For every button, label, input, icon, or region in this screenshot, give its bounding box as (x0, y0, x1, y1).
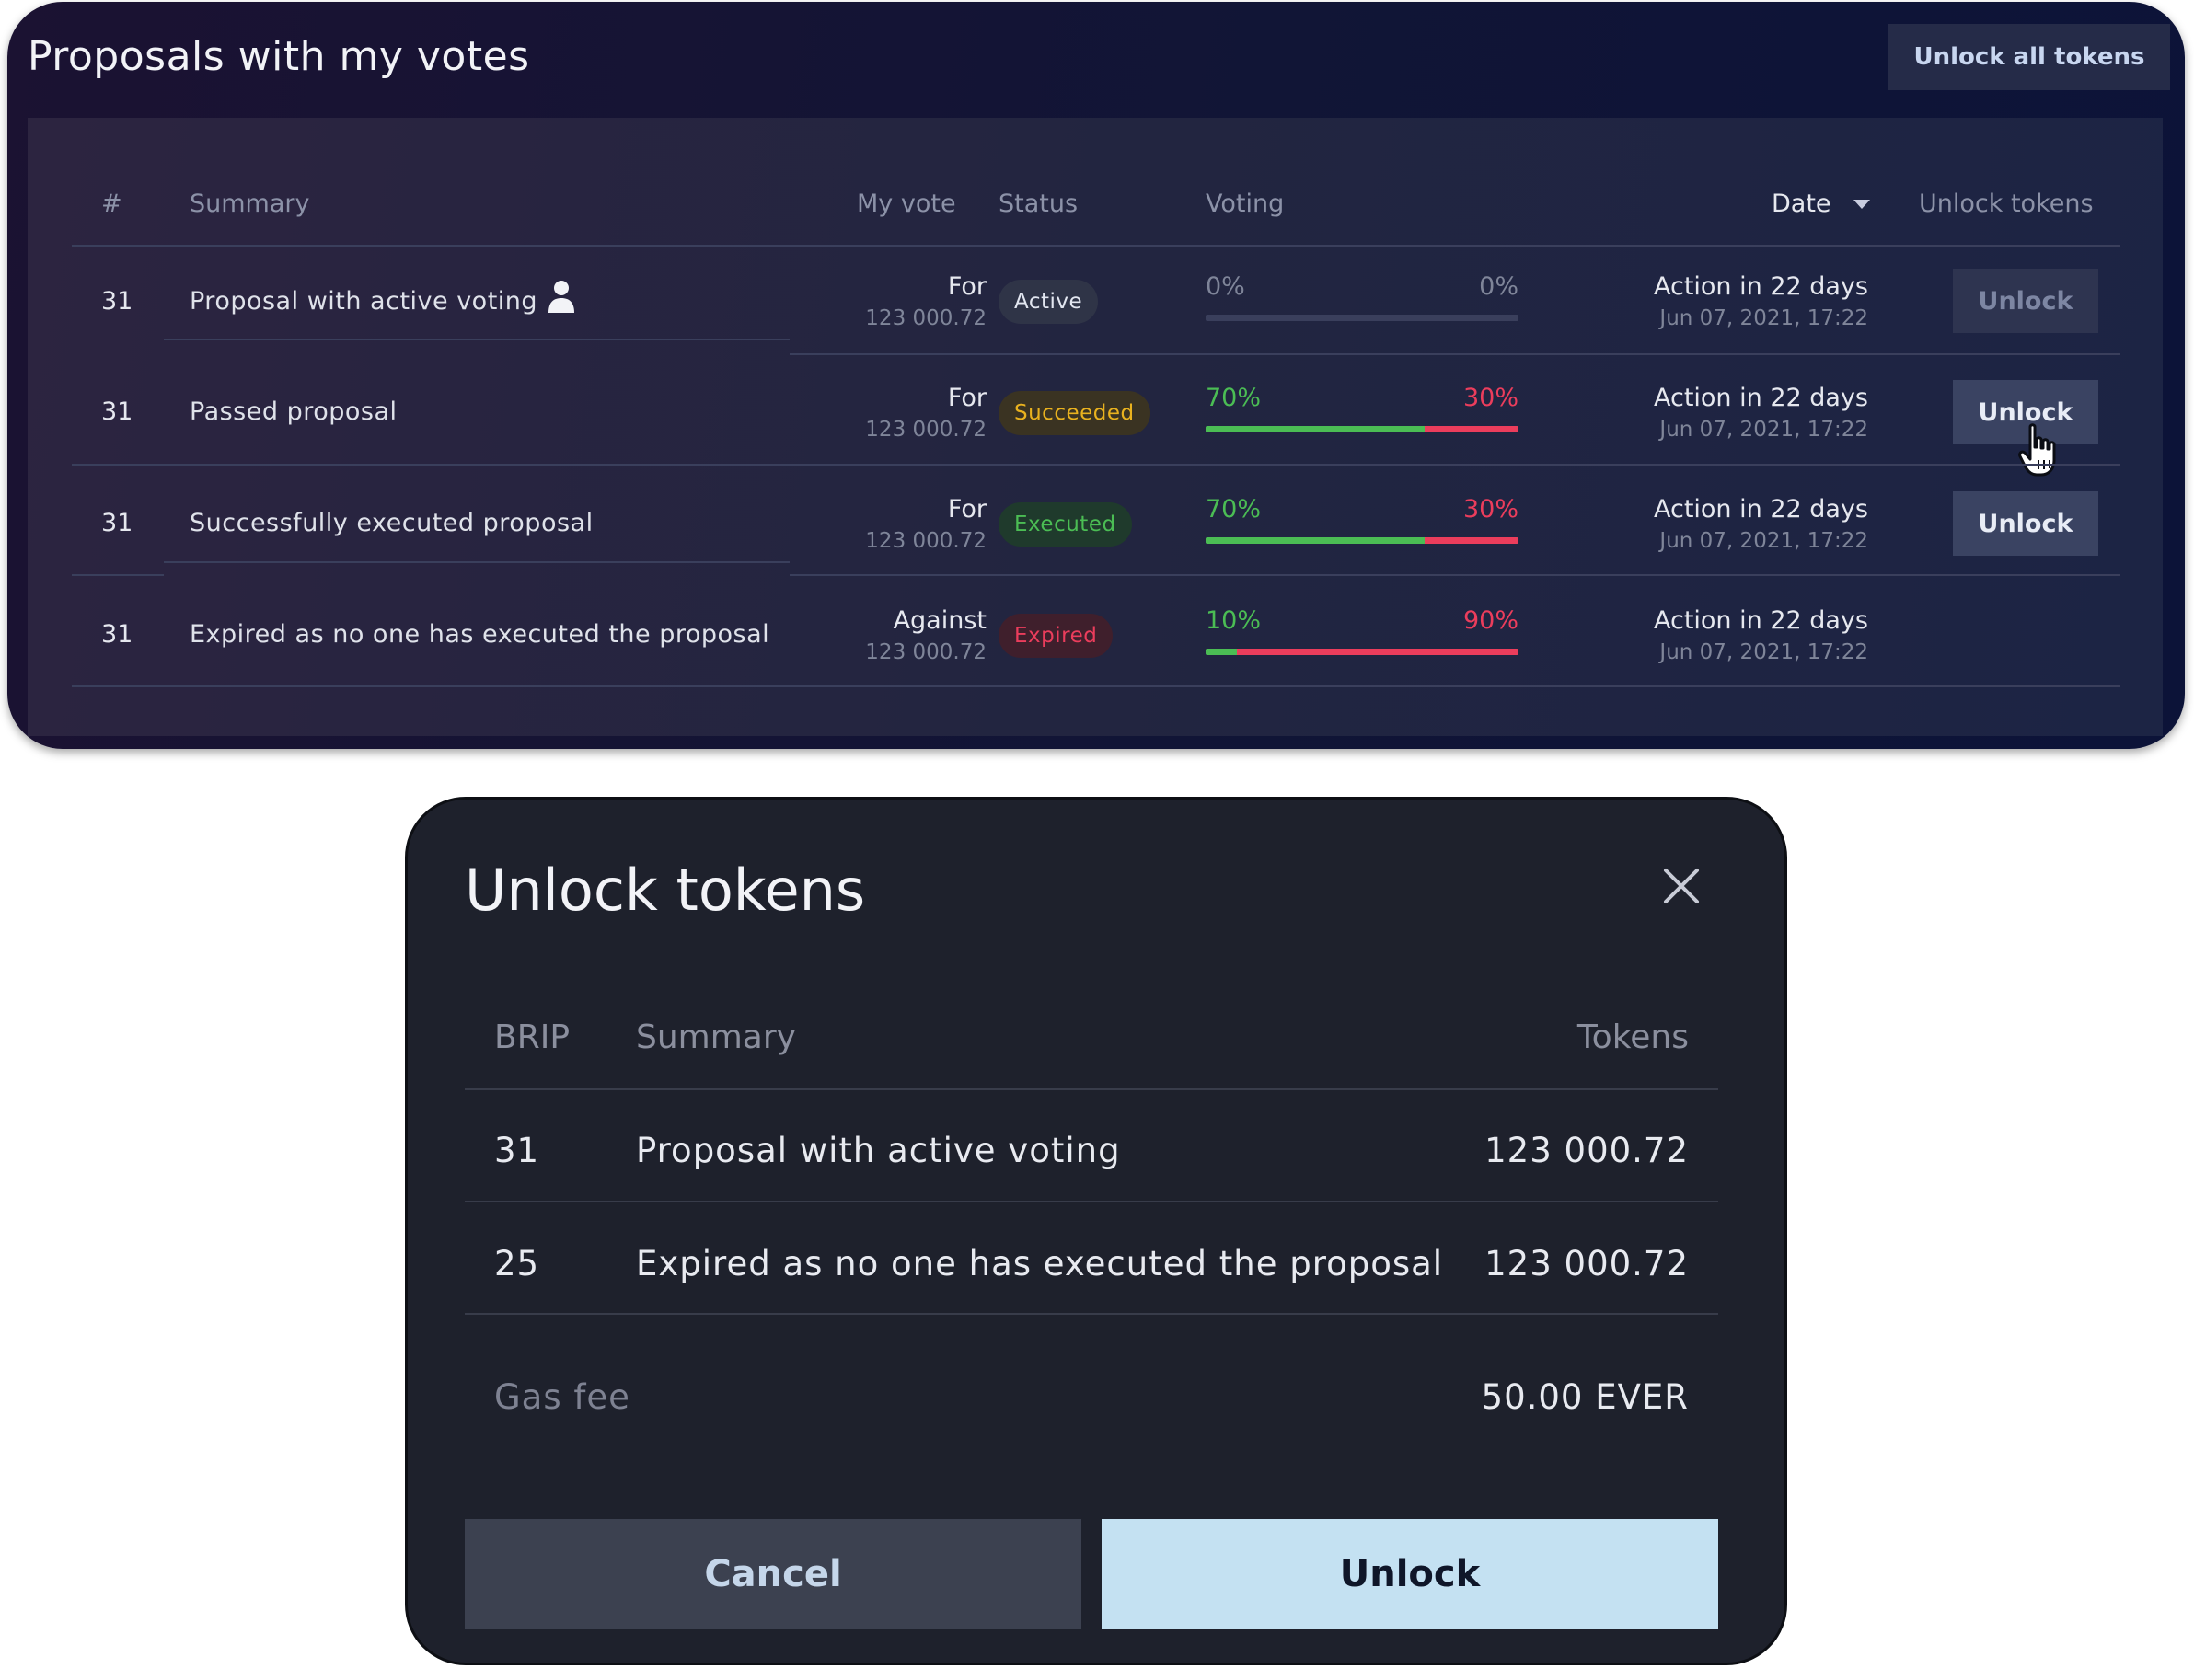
modal-header-brip: BRIP (494, 1018, 571, 1056)
row-date: Jun 07, 2021, 17:22 (1659, 418, 1868, 442)
header-voting: Voting (1206, 190, 1285, 218)
against-percent: 30% (1462, 384, 1518, 412)
row-divider (164, 339, 790, 340)
header-num: # (101, 190, 122, 218)
close-icon[interactable] (1661, 866, 1702, 906)
modal-row-summary: Proposal with active voting (636, 1131, 1121, 1170)
hand-pointer-icon (2018, 423, 2056, 477)
for-bar (1206, 649, 1237, 655)
gas-fee-value: 50.00 EVER (1481, 1377, 1689, 1417)
row-date: Jun 07, 2021, 17:22 (1659, 306, 1868, 330)
row-divider (72, 464, 2120, 466)
modal-row-brip: 31 (494, 1131, 540, 1170)
proposals-panel: Proposals with my votes Unlock all token… (7, 2, 2185, 749)
status-badge: Expired (999, 614, 1114, 658)
row-vote-amount: 123 000.72 (865, 529, 987, 553)
row-vote-amount: 123 000.72 (865, 640, 987, 664)
row-action: Action in 22 days (1653, 272, 1868, 301)
voting-bar (1206, 426, 1518, 432)
row-summary[interactable]: Expired as no one has executed the propo… (190, 620, 769, 649)
voting-bar (1206, 649, 1518, 655)
confirm-unlock-button[interactable]: Unlock (1102, 1519, 1718, 1629)
for-percent: 10% (1206, 606, 1262, 635)
modal-header-divider (465, 1088, 1718, 1090)
header-status: Status (999, 190, 1079, 218)
row-summary[interactable]: Proposal with active voting (190, 287, 537, 316)
row-number: 31 (101, 287, 133, 316)
against-percent: 30% (1462, 495, 1518, 524)
gas-fee-label: Gas fee (494, 1377, 630, 1417)
row-vote: For (947, 495, 987, 524)
header-my-vote: My vote (857, 190, 956, 218)
row-vote-amount: 123 000.72 (865, 418, 987, 442)
modal-header-summary: Summary (636, 1018, 796, 1056)
row-summary[interactable]: Successfully executed proposal (190, 509, 594, 537)
proposals-table: # Summary My vote Status Voting Date Unl… (28, 118, 2163, 736)
against-percent: 0% (1479, 272, 1518, 301)
person-icon (548, 281, 574, 313)
status-badge: Active (999, 280, 1099, 324)
modal-header-tokens: Tokens (1576, 1018, 1689, 1056)
header-summary: Summary (190, 190, 310, 218)
row-vote: For (947, 272, 987, 301)
row-number: 31 (101, 620, 133, 649)
row-vote: Against (893, 606, 987, 635)
against-percent: 90% (1462, 606, 1518, 635)
modal-row-summary: Expired as no one has executed the propo… (636, 1244, 1444, 1283)
modal-row-tokens: 123 000.72 (1484, 1131, 1689, 1170)
panel-title: Proposals with my votes (28, 33, 530, 80)
status-badge: Executed (999, 502, 1132, 547)
modal-row-divider (465, 1313, 1718, 1315)
row-date: Jun 07, 2021, 17:22 (1659, 529, 1868, 553)
row-date: Jun 07, 2021, 17:22 (1659, 640, 1868, 664)
row-number: 31 (101, 509, 133, 537)
row-action: Action in 22 days (1653, 606, 1868, 635)
row-vote-amount: 123 000.72 (865, 306, 987, 330)
voting-bar (1206, 315, 1518, 321)
status-badge: Succeeded (999, 391, 1150, 435)
for-bar (1206, 537, 1425, 544)
row-divider (790, 574, 2120, 576)
row-divider (72, 685, 2120, 687)
voting-bar (1206, 537, 1518, 544)
row-divider (790, 353, 2120, 355)
against-bar (1425, 426, 1518, 432)
row-divider (72, 574, 164, 576)
cancel-button[interactable]: Cancel (465, 1519, 1081, 1629)
unlock-button[interactable]: Unlock (1953, 491, 2098, 556)
modal-row-divider (465, 1201, 1718, 1202)
header-divider (72, 245, 2120, 247)
modal-title: Unlock tokens (465, 857, 866, 924)
against-bar (1425, 537, 1518, 544)
for-percent: 70% (1206, 384, 1262, 412)
row-vote: For (947, 384, 987, 412)
for-percent: 0% (1206, 272, 1245, 301)
against-bar (1237, 649, 1518, 655)
for-percent: 70% (1206, 495, 1262, 524)
unlock-all-button[interactable]: Unlock all tokens (1888, 24, 2170, 90)
row-action: Action in 22 days (1653, 495, 1868, 524)
row-action: Action in 22 days (1653, 384, 1868, 412)
header-unlock-tokens: Unlock tokens (1919, 190, 2094, 218)
unlock-tokens-modal: Unlock tokens BRIP Summary Tokens 31 Pro… (405, 797, 1787, 1665)
row-summary[interactable]: Passed proposal (190, 397, 398, 426)
row-number: 31 (101, 397, 133, 426)
header-date-label: Date (1772, 190, 1831, 218)
header-date-sort[interactable]: Date (1772, 190, 1871, 218)
for-bar (1206, 426, 1425, 432)
caret-down-icon (1853, 199, 1871, 209)
unlock-button[interactable]: Unlock (1953, 269, 2098, 333)
row-divider (164, 561, 790, 563)
modal-row-tokens: 123 000.72 (1484, 1244, 1689, 1283)
modal-row-brip: 25 (494, 1244, 540, 1283)
